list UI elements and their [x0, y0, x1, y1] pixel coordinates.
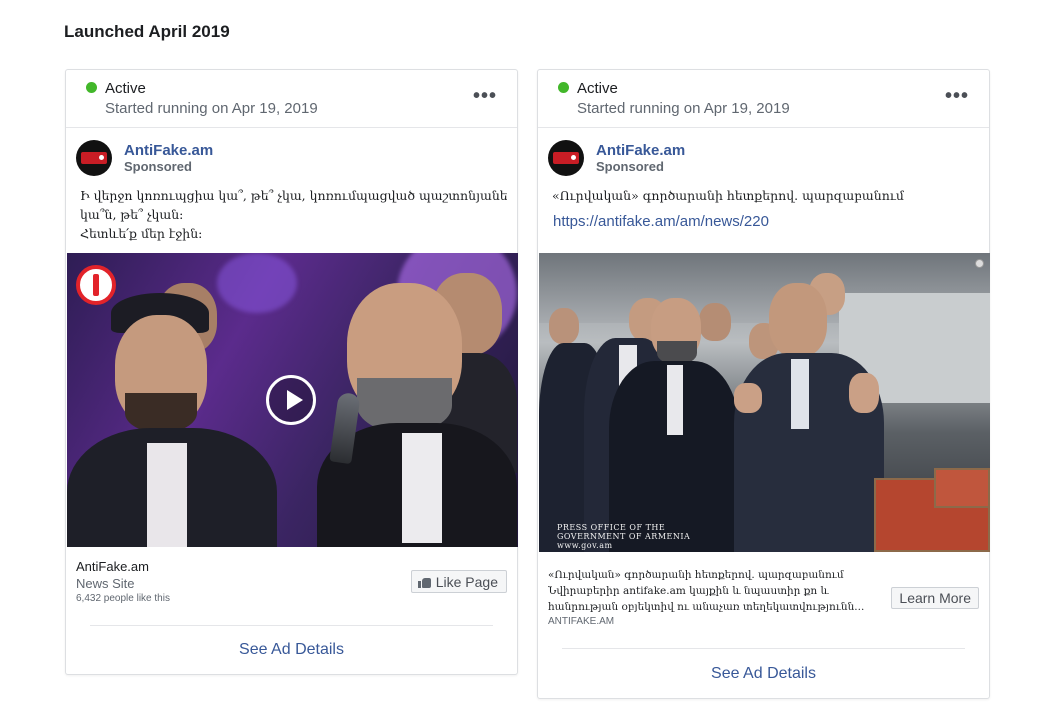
page-info: AntiFake.am Sponsored	[538, 128, 989, 184]
link-preview-description: Նվիրաբերիր antifake.am կայքին և նպաստիր …	[548, 585, 829, 597]
sponsored-label: Sponsored	[124, 159, 192, 174]
footer-page-likes: 6,432 people like this	[76, 593, 170, 604]
ad-card-header: Active Started running on Apr 19, 2019 •…	[538, 70, 989, 128]
link-preview-description: հանրության օբյեկտիվ ու անաչառ տեղեկատվու…	[548, 601, 865, 613]
info-icon[interactable]	[975, 259, 984, 268]
started-running-date: Started running on Apr 19, 2019	[105, 100, 318, 117]
link-preview-title: «Ուրվական» գործարանի հետքերով. պարզաբանո…	[548, 569, 844, 581]
footer-page-name[interactable]: AntiFake.am	[76, 559, 170, 574]
section-title: Launched April 2019	[64, 22, 230, 41]
page-name-link[interactable]: AntiFake.am	[124, 142, 213, 159]
more-options-icon[interactable]: •••	[473, 86, 497, 106]
page-avatar[interactable]	[76, 140, 112, 176]
started-running-date: Started running on Apr 19, 2019	[577, 100, 790, 117]
link-preview-domain: ANTIFAKE.AM	[548, 616, 615, 627]
like-page-label: Like Page	[435, 573, 498, 590]
body-line: Հետևե՛ք մեր էջին։	[80, 226, 203, 241]
play-video-icon[interactable]	[266, 375, 316, 425]
page-info: AntiFake.am Sponsored	[66, 128, 517, 184]
active-status-icon	[86, 82, 97, 93]
page-footer-info: AntiFake.am News Site 6,432 people like …	[76, 559, 170, 604]
body-line: «Ուրվական» գործարանի հետքերով. պարզաբանո…	[552, 188, 904, 203]
thumbs-up-icon	[417, 576, 431, 588]
link-preview[interactable]: «Ուրվական» գործարանի հետքերով. պարզաբանո…	[548, 567, 878, 627]
ad-card: Active Started running on Apr 19, 2019 •…	[65, 69, 518, 675]
active-status-icon	[558, 82, 569, 93]
sponsored-label: Sponsored	[596, 159, 664, 174]
divider	[562, 648, 965, 649]
photo-watermark: PRESS OFFICE OF THE GOVERNMENT OF ARMENI…	[557, 523, 691, 550]
page-avatar[interactable]	[548, 140, 584, 176]
body-line: Ի վերջո կոռուպցիա կա՞, թե՞ չկա, կոռումպա…	[80, 188, 507, 203]
see-ad-details-link[interactable]: See Ad Details	[66, 641, 517, 659]
ad-body-text: Ի վերջո կոռուպցիա կա՞, թե՞ չկա, կոռումպա…	[66, 184, 517, 243]
more-options-icon[interactable]: •••	[945, 86, 969, 106]
ad-card-header: Active Started running on Apr 19, 2019 •…	[66, 70, 517, 128]
page-name-link[interactable]: AntiFake.am	[596, 142, 685, 159]
status-label: Active	[577, 80, 618, 97]
footer-page-category: News Site	[76, 576, 135, 591]
like-page-button[interactable]: Like Page	[410, 570, 507, 593]
ad-card: Active Started running on Apr 19, 2019 •…	[537, 69, 990, 699]
status-label: Active	[105, 80, 146, 97]
divider	[90, 625, 493, 626]
body-line: կա՞ն, թե՞ չկան։	[80, 207, 184, 222]
ad-image[interactable]: PRESS OFFICE OF THE GOVERNMENT OF ARMENI…	[539, 253, 990, 552]
ad-body-text: «Ուրվական» գործարանի հետքերով. պարզաբանո…	[538, 184, 989, 205]
ad-video[interactable]	[67, 253, 518, 547]
channel-logo-icon	[76, 265, 116, 305]
see-ad-details-link[interactable]: See Ad Details	[538, 665, 989, 683]
learn-more-button[interactable]: Learn More	[891, 587, 979, 609]
ad-link-url[interactable]: https://antifake.am/am/news/220	[553, 213, 769, 230]
